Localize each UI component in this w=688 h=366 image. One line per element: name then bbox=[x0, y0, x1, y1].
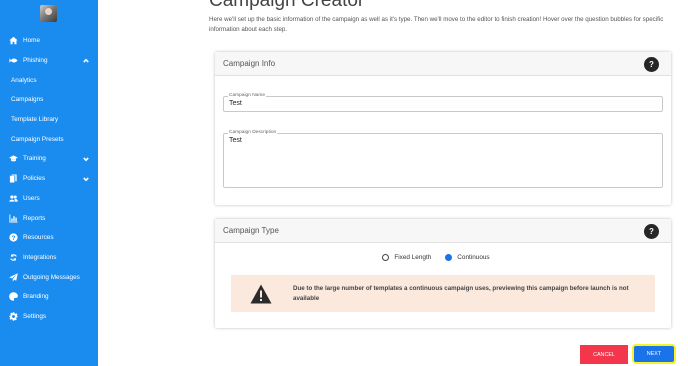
campaign-description-value: Test bbox=[229, 137, 242, 144]
continuous-radio[interactable] bbox=[445, 254, 453, 261]
campaign-name-value: Test bbox=[229, 100, 242, 107]
sidebar-item-campaigns[interactable]: Campaigns bbox=[0, 90, 98, 110]
help-icon[interactable]: ? bbox=[644, 57, 659, 72]
campaign-type-header: Campaign Type ? bbox=[215, 219, 671, 243]
sidebar-item-label: Campaigns bbox=[11, 96, 44, 104]
sidebar-item-analytics[interactable]: Analytics bbox=[0, 70, 98, 90]
sidebar-item-label: Branding bbox=[23, 293, 49, 301]
sidebar-item-policies[interactable]: Policies bbox=[0, 169, 98, 189]
sidebar-item-label: Users bbox=[23, 194, 40, 202]
sidebar-item-label: Resources bbox=[23, 234, 54, 242]
sidebar-item-label: Outgoing Messages bbox=[23, 273, 80, 281]
bar-chart-icon bbox=[8, 213, 18, 223]
cancel-button[interactable]: CANCEL bbox=[580, 345, 628, 364]
chevron-down-icon[interactable] bbox=[83, 156, 89, 162]
help-icon[interactable]: ? bbox=[644, 224, 659, 239]
campaign-info-header: Campaign Info ? bbox=[215, 52, 671, 76]
page-intro: Here we'll set up the basic information … bbox=[209, 16, 664, 33]
sidebar-item-campaign-presets[interactable]: Campaign Presets bbox=[0, 129, 98, 149]
campaign-description-field[interactable]: Campaign Description Test bbox=[223, 130, 663, 188]
sidebar-item-branding[interactable]: Branding bbox=[0, 287, 98, 307]
campaign-type-options: Fixed Length Continuous bbox=[215, 254, 671, 261]
page-title: Campaign Creator bbox=[209, 0, 365, 11]
sidebar: Home Phishing Analytics Campaigns Templa… bbox=[0, 0, 98, 366]
sidebar-item-settings[interactable]: Settings bbox=[0, 307, 98, 327]
chevron-down-icon[interactable] bbox=[83, 176, 89, 182]
sidebar-item-label: Template Library bbox=[11, 116, 59, 124]
sidebar-item-label: Phishing bbox=[23, 57, 48, 65]
paper-plane-icon bbox=[8, 272, 18, 282]
sidebar-item-label: Analytics bbox=[11, 76, 37, 84]
sidebar-item-users[interactable]: Users bbox=[0, 189, 98, 209]
warning-icon bbox=[250, 284, 272, 304]
warning-text: Due to the large number of templates a c… bbox=[293, 285, 629, 302]
sidebar-item-phishing[interactable]: Phishing bbox=[0, 51, 98, 71]
sidebar-item-label: Reports bbox=[23, 214, 46, 222]
graduation-cap-icon bbox=[8, 154, 18, 164]
next-button[interactable]: NEXT bbox=[632, 344, 676, 364]
sidebar-item-label: Settings bbox=[23, 312, 47, 320]
warning-alert: Due to the large number of templates a c… bbox=[231, 275, 655, 312]
sidebar-item-home[interactable]: Home bbox=[0, 31, 98, 51]
sidebar-item-integrations[interactable]: Integrations bbox=[0, 248, 98, 268]
gear-icon bbox=[8, 311, 18, 321]
campaign-type-title: Campaign Type bbox=[223, 226, 279, 235]
campaign-name-field[interactable]: Campaign Name Test bbox=[223, 93, 663, 112]
chevron-up-icon[interactable] bbox=[83, 58, 89, 64]
palette-icon bbox=[8, 292, 18, 302]
question-circle-icon: ? bbox=[8, 233, 18, 243]
sidebar-item-training[interactable]: Training bbox=[0, 149, 98, 169]
sidebar-item-label: Integrations bbox=[23, 253, 57, 261]
users-icon bbox=[8, 193, 18, 203]
sidebar-nav: Home Phishing Analytics Campaigns Templa… bbox=[0, 31, 98, 326]
fish-icon bbox=[8, 56, 18, 66]
svg-text:?: ? bbox=[11, 235, 15, 242]
campaign-info-card: Campaign Info ? Campaign Name Test Campa… bbox=[215, 52, 671, 205]
avatar[interactable] bbox=[40, 5, 57, 22]
sidebar-item-outgoing-messages[interactable]: Outgoing Messages bbox=[0, 267, 98, 287]
sidebar-item-label: Campaign Presets bbox=[11, 135, 64, 143]
campaign-info-title: Campaign Info bbox=[223, 59, 276, 68]
sync-icon bbox=[8, 252, 18, 262]
campaign-name-label: Campaign Name bbox=[228, 93, 266, 98]
sidebar-item-label: Home bbox=[23, 37, 41, 45]
fixed-length-radio[interactable] bbox=[382, 254, 390, 261]
campaign-description-label: Campaign Description bbox=[228, 130, 278, 135]
documents-icon bbox=[8, 174, 18, 184]
sidebar-item-resources[interactable]: ? Resources bbox=[0, 228, 98, 248]
sidebar-item-reports[interactable]: Reports bbox=[0, 208, 98, 228]
sidebar-item-template-library[interactable]: Template Library bbox=[0, 110, 98, 130]
sidebar-item-label: Training bbox=[23, 155, 46, 163]
campaign-type-card: Campaign Type ? Fixed Length Continuous … bbox=[215, 219, 671, 328]
fixed-length-label[interactable]: Fixed Length bbox=[394, 254, 431, 261]
continuous-label[interactable]: Continuous bbox=[457, 254, 489, 261]
home-icon bbox=[8, 36, 18, 46]
sidebar-item-label: Policies bbox=[23, 175, 46, 183]
